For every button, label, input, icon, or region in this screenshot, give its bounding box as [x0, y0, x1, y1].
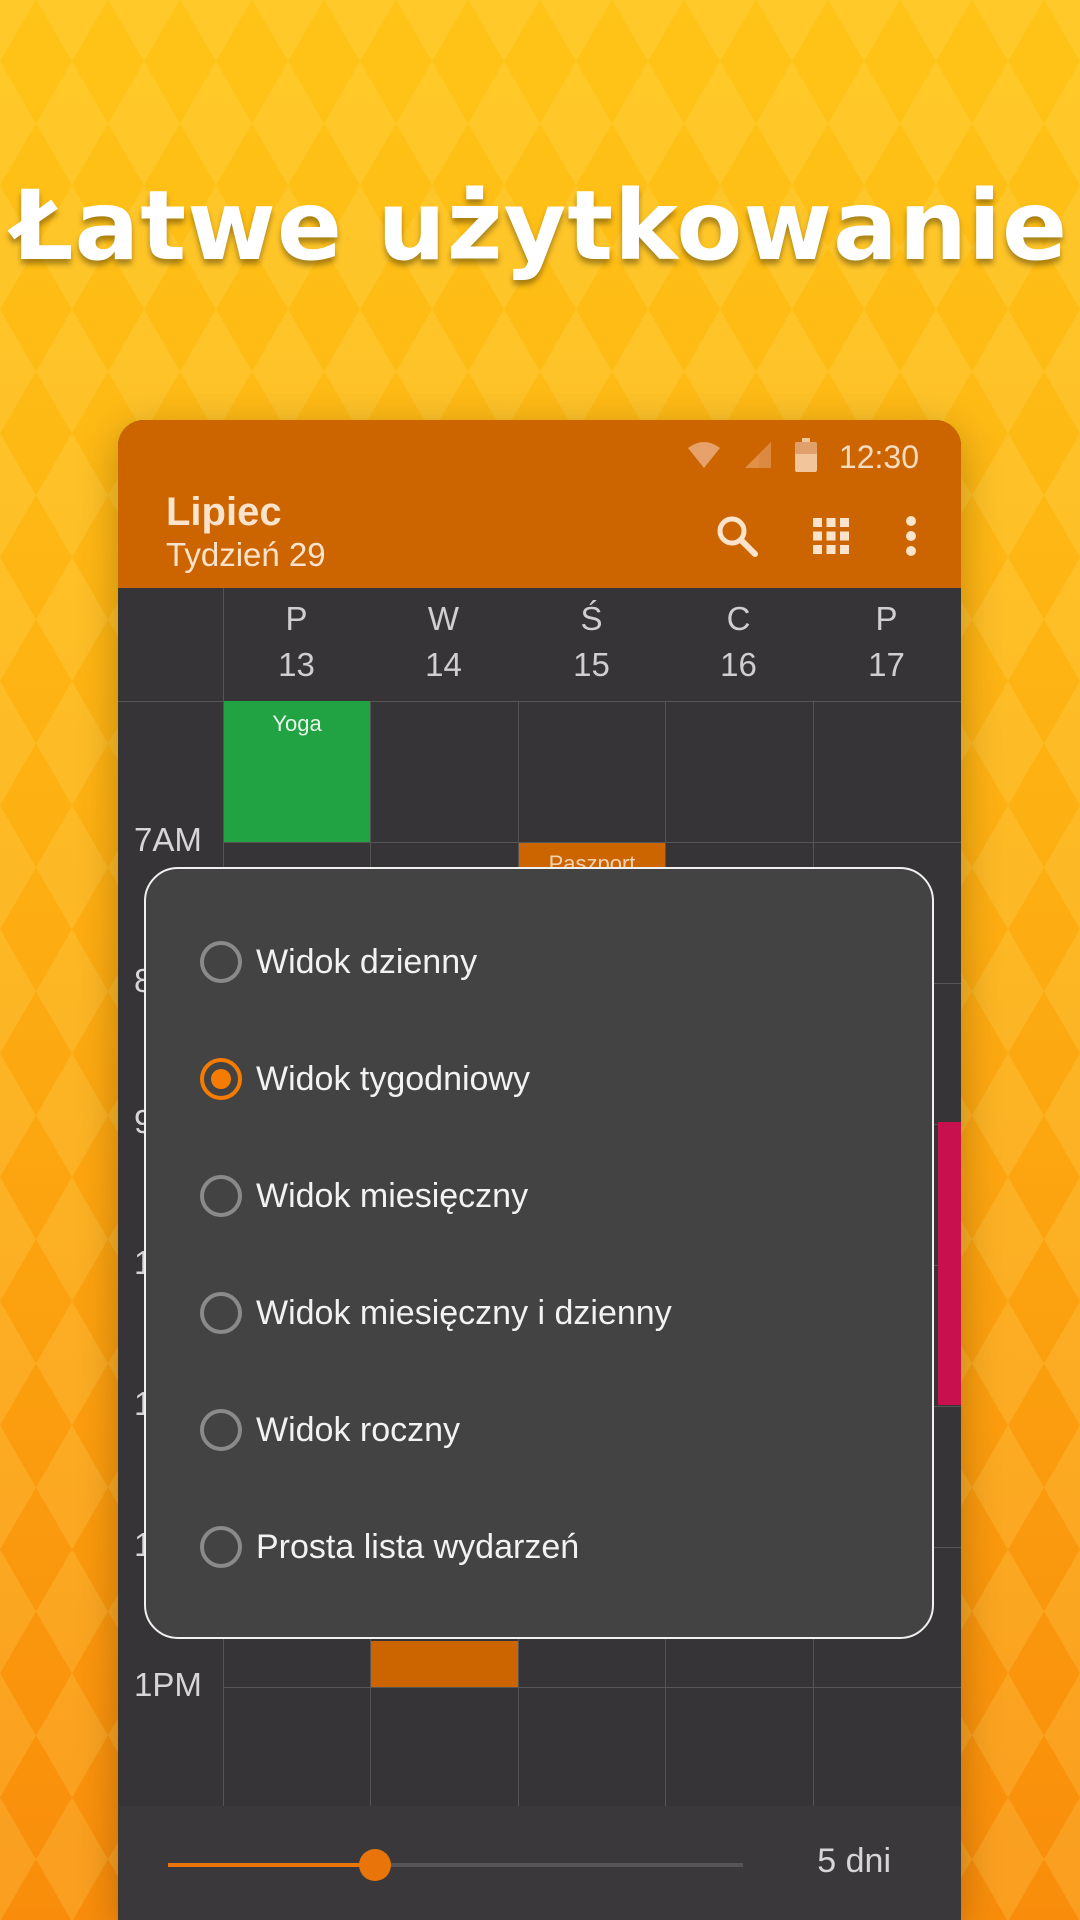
radio-button[interactable]: [200, 1292, 242, 1334]
grid-hour-line: [223, 1687, 961, 1688]
hour-label: 1PM: [134, 1666, 202, 1703]
day-header: P 13 W 14 Ś 15 C 16 P 17: [118, 588, 961, 702]
option-day-view[interactable]: Widok dzienny: [200, 922, 880, 1002]
day-number: 14: [425, 646, 462, 683]
radio-button[interactable]: [200, 1526, 242, 1568]
month-title: Lipiec: [166, 490, 282, 534]
radio-button[interactable]: [200, 1409, 242, 1451]
option-year-view[interactable]: Widok roczny: [200, 1390, 880, 1470]
option-label: Widok roczny: [256, 1410, 461, 1449]
day-letter: P: [875, 600, 898, 637]
option-label: Widok miesięczny i dzienny: [256, 1293, 672, 1332]
day-column-header[interactable]: Ś 15: [518, 588, 665, 701]
signal-icon: [743, 440, 773, 475]
day-column-header[interactable]: P 17: [813, 588, 960, 701]
days-slider[interactable]: [168, 1849, 743, 1881]
battery-icon: [794, 437, 817, 477]
grid-icon[interactable]: [807, 512, 855, 560]
hour-label: 7AM: [134, 821, 202, 858]
appbar-actions: [713, 512, 921, 560]
wifi-icon: [687, 440, 721, 475]
day-letter: Ś: [580, 600, 603, 637]
option-label: Widok miesięczny: [256, 1176, 529, 1215]
option-event-list[interactable]: Prosta lista wydarzeń: [200, 1507, 880, 1587]
days-count-label: 5 dni: [817, 1842, 891, 1880]
option-month-day-view[interactable]: Widok miesięczny i dzienny: [200, 1273, 880, 1353]
slider-fill: [168, 1863, 375, 1867]
radio-button[interactable]: [200, 941, 242, 983]
day-number: 17: [868, 646, 905, 683]
more-vert-icon[interactable]: [901, 512, 921, 560]
header-gutter: [118, 588, 224, 701]
day-letter: C: [726, 600, 751, 637]
option-week-view[interactable]: Widok tygodniowy: [200, 1039, 880, 1119]
day-column-header[interactable]: C 16: [665, 588, 812, 701]
day-column-header[interactable]: P 13: [223, 588, 370, 701]
radio-button-checked[interactable]: [200, 1058, 242, 1100]
search-icon[interactable]: [713, 512, 761, 560]
day-letter: P: [285, 600, 308, 637]
bottom-bar: 5 dni: [118, 1806, 961, 1920]
day-number: 15: [573, 646, 610, 683]
option-month-view[interactable]: Widok miesięczny: [200, 1156, 880, 1236]
option-label: Widok tygodniowy: [256, 1059, 531, 1098]
event-yoga[interactable]: Yoga: [224, 701, 370, 842]
event-label: Yoga: [272, 711, 322, 736]
event-orange[interactable]: [371, 1641, 518, 1687]
status-time: 12:30: [838, 438, 919, 475]
view-select-dialog: Widok dzienny Widok tygodniowy Widok mie…: [144, 867, 934, 1639]
day-letter: W: [427, 600, 460, 637]
event-pink[interactable]: [938, 1122, 961, 1405]
headline: Łatwe użytkowanie: [11, 170, 1069, 282]
week-subtitle: Tydzień 29: [166, 536, 326, 573]
radio-button[interactable]: [200, 1175, 242, 1217]
option-label: Widok dzienny: [256, 942, 478, 981]
day-number: 13: [278, 646, 315, 683]
app-bar: 12:30 Lipiec Tydzień 29: [118, 420, 961, 588]
day-column-header[interactable]: W 14: [370, 588, 517, 701]
slider-thumb[interactable]: [359, 1849, 391, 1881]
option-label: Prosta lista wydarzeń: [256, 1527, 580, 1566]
status-bar: 12:30: [687, 432, 919, 482]
day-number: 16: [720, 646, 757, 683]
